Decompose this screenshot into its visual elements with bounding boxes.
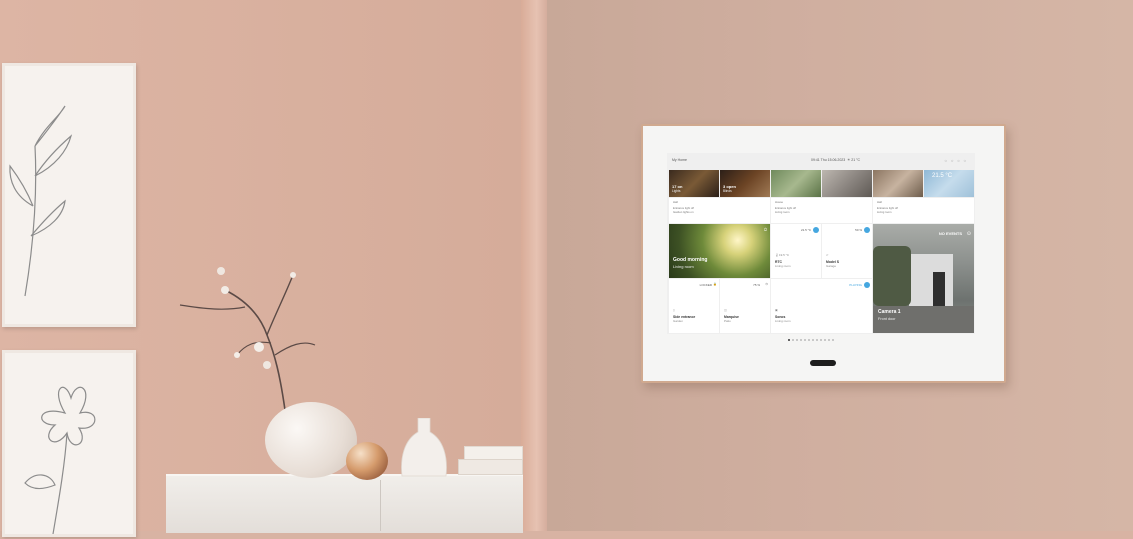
audio-state: PLAYING (849, 283, 862, 287)
camera-status: NO EVENTS (938, 231, 962, 236)
status-card-1[interactable]: Hall Entrance light off Garden lights on (669, 198, 770, 223)
scene-subtitle: Blinds (723, 189, 732, 193)
page-dot[interactable] (820, 339, 822, 341)
blind-room: Garage (826, 264, 837, 268)
dimmer-room: Patio (724, 319, 731, 323)
camera-tile[interactable]: NO EVENTS ⊙ Camera 1 Front door (873, 224, 974, 333)
gear-icon[interactable]: ◌ (964, 158, 970, 163)
scene-tile-garden[interactable] (771, 170, 821, 197)
page-dot[interactable] (788, 339, 790, 341)
page-dot[interactable] (824, 339, 826, 341)
weather-icon: ☀ (847, 158, 851, 162)
camera-house (909, 254, 953, 306)
scene-tile-kitchen[interactable] (873, 170, 923, 197)
page-dot[interactable] (816, 339, 818, 341)
status-line-2: Living room (775, 210, 790, 214)
blind-tile[interactable]: 50 % ▱ Model S Garage (822, 224, 872, 278)
weather-text: 21 °C (851, 158, 861, 162)
greeting-tile[interactable]: Good morning Living room ⏻ (669, 224, 770, 278)
status-line-2: Living room (877, 210, 892, 214)
climate-tile[interactable]: 21.5 °C 🌡 19.5 °C RTC Living room (771, 224, 821, 278)
status-card-3[interactable]: Hall Entrance light off Living room (873, 198, 974, 223)
status-label: House (775, 200, 784, 204)
flower-drawing (24, 386, 96, 535)
climate-value: 19.5 °C (779, 253, 790, 257)
status-label: Hall (673, 200, 678, 204)
audio-tile[interactable]: PLAYING ▣ Sonos Living room (771, 279, 872, 333)
awning-icon: ◫ (724, 308, 727, 312)
page-dot[interactable] (832, 339, 834, 341)
camera-menu-icon[interactable]: ⊙ (967, 231, 971, 237)
home-label[interactable]: My Home (672, 158, 687, 162)
wall-art-bottom (2, 350, 136, 537)
blind-icon: ▱ (826, 253, 829, 257)
climate-toggle[interactable] (813, 227, 819, 233)
page-dot[interactable] (796, 339, 798, 341)
top-bar: My Home 09:41 Thu 15.06.2023 ☀ 21 °C ◌◌◌… (667, 153, 975, 168)
camera-tree (873, 246, 911, 306)
greeting-subtitle: Living room (673, 264, 694, 269)
blind-position: 50 % (855, 228, 862, 232)
weather-temp: 21.5 °C (932, 173, 953, 179)
page-dot[interactable] (808, 339, 810, 341)
topbar-icons: ◌◌◌◌ (944, 158, 970, 163)
door-icon: ▯ (673, 308, 675, 312)
audio-room: Living room (775, 319, 791, 323)
scene-tile-lights[interactable]: 17 on Lights (669, 170, 719, 197)
lock-icon[interactable]: 🔒 (713, 282, 717, 286)
copper-ornament (346, 442, 388, 480)
dimmer-level: 75 % (753, 283, 760, 287)
scene-tile-room[interactable] (822, 170, 872, 197)
sideboard (166, 474, 523, 533)
page-dot[interactable] (792, 339, 794, 341)
small-bottle (401, 418, 447, 477)
dimmer-power-icon[interactable]: ⏻ (766, 282, 768, 286)
climate-room: Living room (775, 264, 791, 268)
blind-toggle[interactable] (864, 227, 870, 233)
scene-tile-weather[interactable]: 21.5 °C (924, 170, 974, 197)
speaker-icon: ▣ (775, 308, 778, 312)
datetime: 09:41 Thu 15.06.2023 ☀ 21 °C (811, 158, 860, 162)
power-icon[interactable]: ⏻ (764, 227, 767, 232)
page-dot[interactable] (804, 339, 806, 341)
page-dot[interactable] (812, 339, 814, 341)
wall-art-top (2, 63, 136, 327)
climate-setpoint: 21.5 °C (800, 228, 811, 232)
leaf-drawing (9, 105, 73, 297)
lock-tile[interactable]: LOCKED 🔒 ▯ Side entrance Garden (669, 279, 719, 333)
sideboard-door-gap (380, 480, 381, 531)
status-card-2[interactable]: House Entrance light off Living room (771, 198, 872, 223)
greeting-title: Good morning (673, 257, 708, 263)
scene-subtitle: Lights (672, 189, 681, 193)
status-line-2: Garden lights on (673, 210, 694, 214)
camera-location: Front door (878, 317, 896, 321)
home-button[interactable] (810, 360, 836, 366)
datetime-text: 09:41 Thu 15.06.2023 (811, 158, 846, 162)
page-dot[interactable] (828, 339, 830, 341)
audio-play-button[interactable] (864, 282, 870, 288)
dimmer-tile[interactable]: 75 % ⏻ ◫ Marquise Patio (720, 279, 770, 333)
branch-decoration (179, 267, 316, 411)
lock-room: Garden (673, 319, 684, 323)
page-dot[interactable] (800, 339, 802, 341)
scene-tile-blinds[interactable]: 3 open Blinds (720, 170, 770, 197)
camera-door (933, 272, 945, 306)
status-label: Hall (877, 200, 882, 204)
lock-state: LOCKED (699, 283, 712, 287)
panel-screen: My Home 09:41 Thu 15.06.2023 ☀ 21 °C ◌◌◌… (667, 153, 975, 334)
white-vase (265, 402, 357, 478)
wall-corner (521, 0, 547, 531)
page-indicator (788, 339, 834, 343)
camera-name: Camera 1 (878, 309, 901, 315)
book-bottom (458, 459, 523, 475)
